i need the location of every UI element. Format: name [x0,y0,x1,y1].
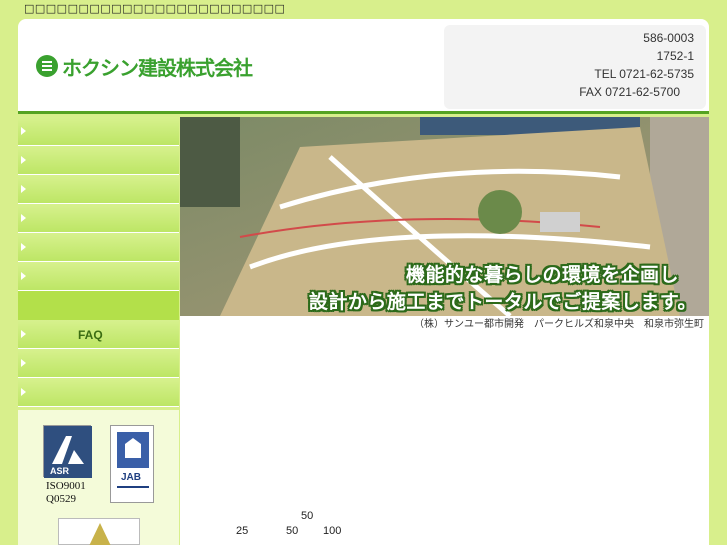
value-b: 25 [236,525,249,537]
tel-number: TEL 0721-62-5735 [594,67,694,81]
hero-image: 機能的な暮らしの環境を企画し 設計から施工までトータルでご提案します。 [180,117,709,316]
asr-mark-icon: ASR [44,426,92,478]
nav-item-faq[interactable]: FAQ [18,320,179,349]
nav-item-5[interactable] [18,233,179,262]
nav-item-2[interactable] [18,146,179,175]
fax-number: FAX 0721-62-5700 [579,85,680,99]
top-banner-text: □□□□□□□□□□□□□□□□□□□□□□□□□□□□□□□□□□□□□□□□… [24,2,284,15]
nav-item-3[interactable] [18,175,179,204]
company-name: ホクシン建設株式会社 [62,55,253,80]
arrow-right-icon [21,214,26,222]
sidebar-nav: FAQ [18,117,179,407]
company-logo[interactable]: ホクシン建設株式会社 [36,51,253,81]
jab-logo: JAB [110,425,154,503]
value-d: 100 [323,525,342,537]
arrow-right-icon [21,388,26,396]
arrow-right-icon [21,359,26,367]
triangle-badge-icon [89,523,111,545]
nav-item-1[interactable] [18,117,179,146]
arrow-right-icon [21,185,26,193]
arrow-right-icon [21,272,26,280]
asr-mark-text: ASR [50,466,70,476]
hero-caption-2: 設計から施工までトータルでご提案します。 [308,291,697,313]
value-c: 50 [286,525,299,537]
iso-line-1: ISO9001 [46,480,86,492]
asr-logo: ASR [43,425,92,478]
photo-credit: （株）サンユー都市開発 パークヒルズ和泉中央 和泉市弥生町 [180,316,709,334]
main-content: 50 25 50 100 [180,334,709,545]
jab-mark-icon: JAB [117,432,149,488]
zip-code: 586-0003 [643,31,694,45]
value-a: 50 [301,510,314,522]
nav-item-4[interactable] [18,204,179,233]
logo-mark-icon [36,55,58,77]
nav-item-9[interactable] [18,378,179,407]
arrow-right-icon [21,243,26,251]
iso-line-2: Q0529 [46,493,76,505]
hero-caption-1: 機能的な暮らしの環境を企画し [405,264,679,286]
nav-item-6[interactable] [18,262,179,291]
contact-box: 586-0003 1752-1 TEL 0721-62-5735 FAX 072… [444,25,706,109]
arrow-right-icon [21,127,26,135]
cert-badge-3 [58,518,140,545]
street-address: 1752-1 [656,49,694,63]
certification-area: ASR ISO9001 Q0529 JAB [18,410,179,545]
arrow-right-icon [21,330,26,338]
arrow-right-icon [21,156,26,164]
site-header: ホクシン建設株式会社 586-0003 1752-1 TEL 0721-62-5… [18,19,709,114]
nav-item-8[interactable] [18,349,179,378]
jab-mark-text: JAB [121,472,141,483]
